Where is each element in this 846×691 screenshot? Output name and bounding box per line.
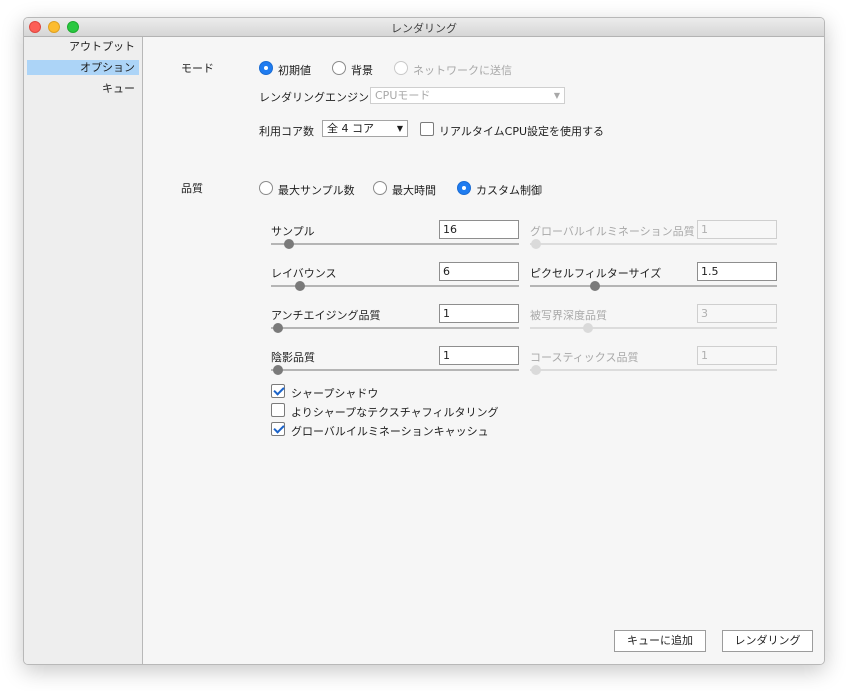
sidebar-item-queue[interactable]: キュー xyxy=(27,81,139,96)
gi-quality-label: グローバルイルミネーション品質 xyxy=(530,225,695,238)
antialias-slider-track[interactable] xyxy=(271,327,519,329)
antialias-quality-label: アンチエイジング品質 xyxy=(271,309,381,322)
pixel-filter-size-label: ピクセルフィルターサイズ xyxy=(530,267,662,280)
quality-max-samples-radio[interactable] xyxy=(259,181,273,195)
pixel-filter-slider-track[interactable] xyxy=(530,285,777,287)
options-panel: モード 初期値 背景 ネットワークに送信 レンダリングエンジン CPUモード ▼… xyxy=(143,37,824,664)
window-title: レンダリング xyxy=(391,22,457,35)
add-to-queue-button[interactable]: キューに追加 xyxy=(614,630,706,652)
mode-label: モード xyxy=(181,62,214,75)
shading-quality-label: 陰影品質 xyxy=(271,351,315,364)
samples-field[interactable]: 16 xyxy=(439,220,519,239)
ray-bounce-slider-knob[interactable] xyxy=(295,281,305,291)
sharp-shadow-label: シャープシャドウ xyxy=(291,387,379,400)
quality-max-time-radio[interactable] xyxy=(373,181,387,195)
sharp-shadow-checkbox[interactable] xyxy=(271,384,285,398)
pixel-filter-size-field[interactable]: 1.5 xyxy=(697,262,777,281)
mode-background-label: 背景 xyxy=(351,64,373,77)
render-window: レンダリング アウトプット オプション キュー モード 初期値 背景 ネットワー… xyxy=(23,17,825,665)
gi-quality-field: 1 xyxy=(697,220,777,239)
antialias-slider-knob[interactable] xyxy=(273,323,283,333)
mode-network-radio xyxy=(394,61,408,75)
samples-slider-knob[interactable] xyxy=(284,239,294,249)
caustics-slider-knob xyxy=(531,365,541,375)
pixel-filter-slider-knob[interactable] xyxy=(590,281,600,291)
mode-background-radio[interactable] xyxy=(332,61,346,75)
dof-slider-track xyxy=(530,327,777,329)
title-bar[interactable]: レンダリング xyxy=(24,18,824,37)
caustics-quality-field: 1 xyxy=(697,346,777,365)
sidebar: アウトプット オプション キュー xyxy=(24,37,143,664)
quality-custom-radio[interactable] xyxy=(457,181,471,195)
samples-label: サンプル xyxy=(271,225,315,238)
sharper-texture-filtering-checkbox[interactable] xyxy=(271,403,285,417)
quality-label: 品質 xyxy=(181,182,203,195)
quality-max-samples-label: 最大サンプル数 xyxy=(278,184,355,197)
mode-default-label: 初期値 xyxy=(278,64,311,77)
antialias-quality-field[interactable]: 1 xyxy=(439,304,519,323)
render-button[interactable]: レンダリング xyxy=(722,630,813,652)
caustics-quality-label: コースティックス品質 xyxy=(530,351,639,364)
samples-slider-track[interactable] xyxy=(271,243,519,245)
chevron-down-icon: ▼ xyxy=(396,124,403,133)
gi-slider-knob xyxy=(531,239,541,249)
render-engine-label: レンダリングエンジン xyxy=(259,91,369,104)
cores-select[interactable]: 全 4 コア ▼ xyxy=(322,120,408,137)
sidebar-item-output[interactable]: アウトプット xyxy=(27,39,139,54)
quality-max-time-label: 最大時間 xyxy=(392,184,436,197)
mode-network-label: ネットワークに送信 xyxy=(413,64,512,77)
mode-default-radio[interactable] xyxy=(259,61,273,75)
render-engine-value: CPUモード xyxy=(375,89,431,102)
dof-slider-knob xyxy=(583,323,593,333)
cores-value: 全 4 コア xyxy=(327,122,374,135)
chevron-down-icon: ▼ xyxy=(553,91,560,100)
render-engine-select: CPUモード ▼ xyxy=(370,87,565,104)
shading-slider-knob[interactable] xyxy=(273,365,283,375)
shading-quality-field[interactable]: 1 xyxy=(439,346,519,365)
caustics-slider-track xyxy=(530,369,777,371)
gi-cache-label: グローバルイルミネーションキャッシュ xyxy=(291,425,489,438)
ray-bounce-field[interactable]: 6 xyxy=(439,262,519,281)
dof-quality-label: 被写界深度品質 xyxy=(530,309,607,322)
shading-slider-track[interactable] xyxy=(271,369,519,371)
dof-quality-field: 3 xyxy=(697,304,777,323)
sharper-texture-filtering-label: よりシャープなテクスチャフィルタリング xyxy=(291,406,499,419)
realtime-cpu-checkbox[interactable] xyxy=(420,122,434,136)
cores-label: 利用コア数 xyxy=(259,125,314,138)
sidebar-item-options[interactable]: オプション xyxy=(27,60,139,75)
gi-slider-track xyxy=(530,243,777,245)
gi-cache-checkbox[interactable] xyxy=(271,422,285,436)
quality-custom-label: カスタム制御 xyxy=(476,184,542,197)
ray-bounce-slider-track[interactable] xyxy=(271,285,519,287)
realtime-cpu-label: リアルタイムCPU設定を使用する xyxy=(439,125,605,138)
ray-bounce-label: レイバウンス xyxy=(271,267,337,280)
